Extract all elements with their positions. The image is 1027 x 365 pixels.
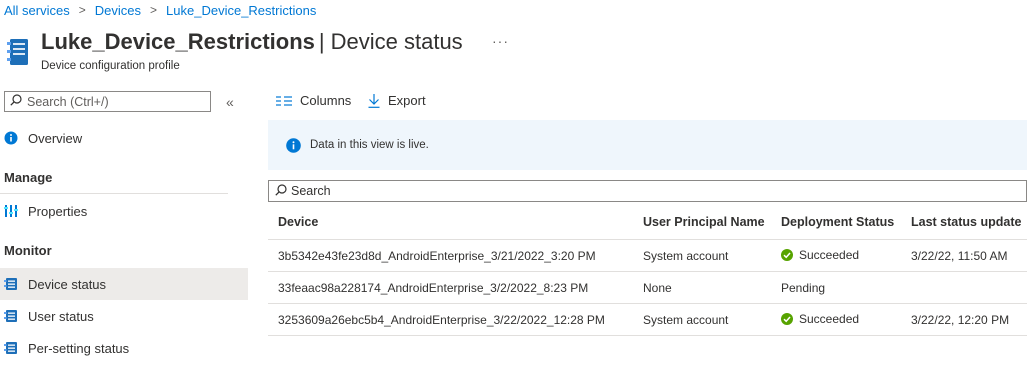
status-succeeded: Succeeded	[781, 248, 859, 262]
columns-label: Columns	[300, 93, 352, 108]
profile-name: Luke_Device_Restrictions	[41, 29, 315, 54]
device-status-table: Device User Principal Name Deployment St…	[268, 205, 1027, 336]
collapse-sidebar-icon[interactable]: «	[226, 94, 234, 110]
sidebar-item-label: User status	[28, 308, 94, 324]
breadcrumb-profile[interactable]: Luke_Device_Restrictions	[166, 3, 316, 18]
breadcrumb-devices[interactable]: Devices	[95, 3, 141, 18]
user-status-icon	[4, 309, 18, 323]
device-config-profile-icon	[7, 38, 29, 66]
page-title: Luke_Device_Restrictions | Device status	[41, 29, 463, 55]
grid-search-input[interactable]	[287, 184, 991, 198]
device-cell: 3253609a26ebc5b4_AndroidEnterprise_3/22/…	[268, 303, 633, 336]
upn-cell: System account	[633, 239, 771, 272]
sidebar-search-input[interactable]	[22, 94, 207, 109]
breadcrumb-separator: >	[78, 3, 86, 17]
breadcrumb-separator: >	[150, 3, 158, 17]
columns-button[interactable]: Columns	[276, 93, 351, 108]
more-options-button[interactable]: ···	[492, 33, 509, 49]
breadcrumb-all-services[interactable]: All services	[4, 3, 70, 18]
sidebar-item-label: Device status	[28, 276, 107, 292]
table-row[interactable]: 3b5342e43fe23d8d_AndroidEnterprise_3/21/…	[268, 239, 1027, 272]
success-check-icon	[781, 312, 793, 325]
download-icon	[368, 93, 380, 108]
column-header-deployment-status[interactable]: Deployment Status	[771, 205, 901, 240]
sidebar-divider	[0, 193, 228, 194]
device-cell: 33feaac98a228174_AndroidEnterprise_3/2/2…	[268, 271, 633, 304]
sidebar-item-per-setting-status[interactable]: Per-setting status	[0, 332, 248, 364]
table-header-row: Device User Principal Name Deployment St…	[268, 205, 1027, 240]
sidebar-item-label: Properties	[28, 203, 88, 219]
status-succeeded: Succeeded	[781, 312, 859, 326]
search-icon	[275, 183, 287, 199]
sidebar-item-properties[interactable]: Properties	[0, 195, 248, 227]
properties-icon	[4, 204, 18, 218]
sidebar-item-overview[interactable]: Overview	[0, 122, 248, 154]
info-banner: Data in this view is live.	[268, 120, 1027, 170]
sidebar-item-device-status[interactable]: Device status	[0, 268, 248, 300]
sidebar-section-manage: Manage	[4, 170, 53, 185]
info-banner-text: Data in this view is live.	[310, 139, 429, 151]
page-subtitle: Device configuration profile	[41, 60, 180, 72]
status-cell: Succeeded	[771, 303, 901, 336]
success-check-icon	[781, 248, 793, 261]
status-cell: Succeeded	[771, 239, 901, 272]
sidebar-item-label: Overview	[28, 130, 83, 146]
export-button[interactable]: Export	[368, 93, 426, 108]
search-icon	[10, 94, 22, 109]
table-row[interactable]: 3253609a26ebc5b4_AndroidEnterprise_3/22/…	[268, 303, 1027, 336]
last-update-cell: 3/22/22, 12:20 PM	[901, 303, 1027, 336]
info-icon	[286, 137, 301, 153]
title-divider: |	[318, 29, 325, 54]
column-header-last-status-update[interactable]: Last status update	[901, 205, 1027, 240]
per-setting-status-icon	[4, 341, 18, 355]
page-section: Device status	[330, 29, 463, 54]
sidebar-search-box[interactable]	[4, 91, 211, 112]
sidebar-item-label: Per-setting status	[28, 340, 130, 356]
column-header-device[interactable]: Device	[268, 205, 633, 240]
export-label: Export	[388, 93, 426, 108]
column-header-upn[interactable]: User Principal Name	[633, 205, 771, 240]
device-cell: 3b5342e43fe23d8d_AndroidEnterprise_3/21/…	[268, 239, 633, 272]
last-update-cell	[901, 271, 1027, 304]
grid-search-box[interactable]	[268, 180, 1027, 202]
status-text: Succeeded	[799, 247, 860, 262]
info-icon	[4, 131, 18, 145]
device-status-icon	[4, 277, 18, 291]
upn-cell: System account	[633, 303, 771, 336]
status-text: Succeeded	[799, 311, 860, 326]
upn-cell: None	[633, 271, 771, 304]
breadcrumb: All services > Devices > Luke_Device_Res…	[4, 1, 316, 19]
table-row[interactable]: 33feaac98a228174_AndroidEnterprise_3/2/2…	[268, 271, 1027, 304]
sidebar-section-monitor: Monitor	[4, 243, 52, 258]
columns-icon	[276, 95, 292, 107]
sidebar-item-user-status[interactable]: User status	[0, 300, 248, 332]
last-update-cell: 3/22/22, 11:50 AM	[901, 239, 1027, 272]
status-cell: Pending	[771, 271, 901, 304]
